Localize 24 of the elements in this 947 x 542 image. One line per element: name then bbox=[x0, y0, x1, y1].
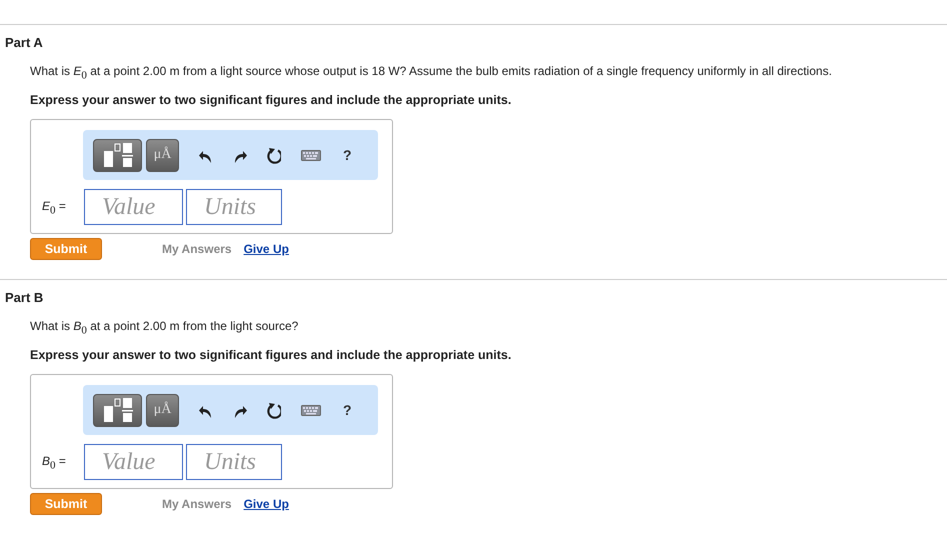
help-button[interactable]: ? bbox=[343, 402, 352, 418]
units-button[interactable]: μÅ bbox=[146, 394, 179, 427]
templates-button[interactable] bbox=[93, 138, 142, 172]
units-button[interactable]: μÅ bbox=[146, 138, 179, 172]
templates-button[interactable] bbox=[93, 394, 142, 427]
units-field[interactable]: Units bbox=[186, 189, 282, 226]
templates-icon bbox=[102, 397, 132, 424]
templates-icon bbox=[102, 142, 132, 168]
keyboard-icon[interactable] bbox=[301, 402, 321, 418]
submit-button[interactable]: Submit bbox=[30, 238, 102, 260]
help-button[interactable]: ? bbox=[343, 147, 352, 164]
instruction-text: Express your answer to two significant figures and include the appropriate units. bbox=[30, 347, 512, 364]
reset-icon[interactable] bbox=[267, 402, 281, 419]
instruction-text: Express your answer to two significant figures and include the appropriate units. bbox=[30, 92, 512, 108]
give-up-link[interactable]: Give Up bbox=[244, 242, 289, 256]
value-field[interactable]: Value bbox=[84, 444, 183, 480]
part-title: Part A bbox=[4, 35, 44, 50]
submit-button[interactable]: Submit bbox=[30, 493, 102, 516]
reset-icon[interactable] bbox=[267, 146, 281, 164]
give-up-link[interactable]: Give Up bbox=[244, 497, 289, 512]
value-field[interactable]: Value bbox=[84, 189, 183, 226]
keyboard-icon[interactable] bbox=[301, 148, 321, 163]
part-title: Part B bbox=[4, 290, 44, 305]
units-field[interactable]: Units bbox=[186, 444, 282, 480]
